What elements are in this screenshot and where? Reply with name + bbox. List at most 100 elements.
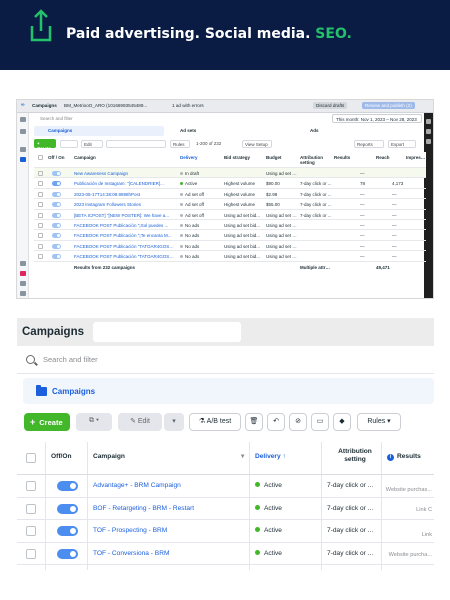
table-row[interactable]: MOF - Conversions - BRMActive7-day click… (17, 565, 434, 570)
delete-button[interactable]: 🗑︎ (245, 413, 263, 431)
edit-icon[interactable] (426, 129, 431, 134)
search-bar[interactable]: Search and filter (17, 346, 434, 374)
preview-button[interactable]: ▭ (311, 413, 329, 431)
table-row[interactable]: TOF - Conversiona - BRM Active 7-day click… (17, 542, 434, 565)
small-row-checkbox[interactable] (38, 222, 43, 228)
row-checkbox[interactable] (26, 503, 36, 514)
small-table-row[interactable]: FACEBOOK POST Publicación "¡Sol puedes .… (34, 220, 426, 231)
small-row-toggle[interactable] (52, 212, 61, 218)
tag-icon[interactable] (426, 139, 431, 144)
col-attribution[interactable]: Attribution setting (329, 448, 381, 464)
small-account-select[interactable]: BM_MetriooO_ARO (10166993545489... (64, 103, 147, 108)
row-toggle[interactable] (57, 503, 78, 514)
row-checkbox[interactable] (26, 481, 36, 491)
grid-icon[interactable] (20, 157, 26, 162)
create-button[interactable]: + Create (24, 413, 70, 431)
tag-button[interactable]: ◆ (333, 413, 351, 431)
small-col-reach[interactable]: Reach (376, 155, 402, 160)
small-row-toggle[interactable] (52, 191, 61, 197)
row-campaign-name[interactable]: Advantage+ - BRM Campaign (93, 482, 181, 489)
row-toggle[interactable] (57, 548, 78, 559)
duplicate-button[interactable]: ⧉ ▾ (76, 413, 112, 431)
menu-icon[interactable] (20, 117, 26, 122)
ab-test-button[interactable]: ⚗ A/B test (189, 413, 241, 431)
small-review-button[interactable]: Review and publish (2) (362, 102, 415, 109)
small-row-checkbox[interactable] (38, 171, 43, 176)
small-row-campaign-name[interactable]: 2023-05-17T14:38:09.9898hPost (74, 192, 176, 197)
small-col-results[interactable]: Results (334, 155, 374, 160)
small-table-row[interactable]: FACEBOOK POST Publicación "TATOAR4GOSE..… (34, 251, 426, 262)
small-select-all-checkbox[interactable] (38, 155, 43, 160)
small-row-campaign-name[interactable]: FACEBOOK POST Publicación "¡Te encanta M… (74, 233, 176, 238)
small-table-row[interactable]: FACEBOOK POST Publicación "¡Te encanta M… (34, 230, 426, 241)
small-row-campaign-name[interactable]: 2023 Instagram Followers Stories (74, 202, 176, 207)
small-table-row[interactable]: 2023 Instagram Followers Stories Ad set o… (34, 199, 426, 210)
small-col-campaign[interactable]: Campaign (74, 155, 154, 160)
edit-dropdown-button[interactable]: ▾ (164, 413, 184, 431)
row-checkbox[interactable] (26, 548, 36, 559)
small-col-budget[interactable]: Budget (266, 155, 296, 160)
small-row-campaign-name[interactable]: [BETA ICPOST] "[NEW POSTER]: We have a..… (74, 213, 176, 218)
tab-campaigns[interactable]: Campaigns (23, 378, 434, 404)
col-campaign-chevron-icon[interactable]: ▾ (241, 453, 244, 461)
small-view-setup-button[interactable]: View Setup (242, 140, 272, 148)
chart-icon[interactable] (426, 119, 431, 124)
account-icon[interactable] (20, 129, 26, 134)
small-actions-group[interactable] (106, 140, 166, 148)
small-table-row[interactable]: Publicación de Instagram: "[CALENDRIER].… (34, 178, 426, 189)
undo-button[interactable]: ↶ (267, 413, 285, 431)
small-col-delivery[interactable]: Delivery (180, 155, 220, 160)
small-row-toggle[interactable] (52, 181, 61, 187)
small-table-row[interactable]: FACEBOOK POST Publicación "TATOAR4GOSE..… (34, 241, 426, 252)
small-col-offon[interactable]: Off / On (48, 155, 70, 160)
small-reports-button[interactable]: Reports (354, 140, 384, 148)
edit-button[interactable]: ✎ Edit (118, 413, 162, 431)
table-row[interactable]: TOF - Prospecting - BRM Active 7-day click… (17, 520, 434, 543)
help-icon[interactable] (20, 261, 26, 266)
small-row-toggle[interactable] (52, 202, 61, 208)
search-icon[interactable] (20, 281, 26, 286)
small-col-attribution[interactable]: Attribution setting (300, 155, 330, 165)
notifications-icon[interactable] (20, 271, 26, 276)
row-campaign-name[interactable]: BOF - Retargeting - BRM - Restart (93, 505, 194, 512)
small-tab-ads[interactable]: Ads (296, 126, 424, 136)
small-table-row[interactable]: 2023-05-17T14:38:09.9898hPost Ad set off H… (34, 189, 426, 200)
search-input[interactable]: Search and filter (43, 355, 98, 364)
discard-button[interactable]: ⊘ (289, 413, 307, 431)
small-date-range[interactable]: This month: Nov 1, 2023 – Nov 28, 2023 (332, 114, 422, 123)
small-row-toggle[interactable] (52, 171, 61, 176)
row-checkbox[interactable] (26, 526, 36, 536)
rules-button[interactable]: Rules ▾ (357, 413, 401, 431)
small-discard-button[interactable]: Discard drafts (313, 102, 348, 109)
select-all-checkbox[interactable] (26, 453, 36, 463)
small-row-checkbox[interactable] (38, 191, 43, 197)
small-row-campaign-name[interactable]: FACEBOOK POST Publicación "TATOAR4GOSE..… (74, 254, 176, 259)
small-row-checkbox[interactable] (38, 212, 43, 218)
small-row-toggle[interactable] (52, 254, 61, 260)
col-results[interactable]: i Results (387, 453, 421, 461)
account-selector[interactable] (93, 322, 241, 342)
small-row-campaign-name[interactable]: New Awareness Campaign (74, 171, 176, 176)
col-delivery[interactable]: Delivery ↑ (255, 453, 286, 461)
small-row-checkbox[interactable] (38, 243, 43, 249)
row-toggle[interactable] (57, 526, 78, 536)
small-export-button[interactable]: Export (388, 140, 416, 148)
small-edit-button[interactable]: Edit (81, 140, 103, 148)
row-toggle[interactable] (57, 481, 78, 491)
col-campaign[interactable]: Campaign (93, 453, 125, 461)
row-campaign-name[interactable]: TOF - Conversiona - BRM (93, 550, 169, 557)
small-row-toggle[interactable] (52, 243, 61, 249)
small-row-checkbox[interactable] (38, 254, 43, 260)
settings-icon[interactable] (20, 147, 26, 152)
small-duplicate-button[interactable] (60, 140, 78, 148)
small-row-campaign-name[interactable]: Publicación de Instagram: "[CALENDRIER].… (74, 181, 176, 186)
small-row-checkbox[interactable] (38, 202, 43, 208)
small-rules-button[interactable]: Rules (170, 140, 190, 148)
small-row-campaign-name[interactable]: FACEBOOK POST Publicación "TATOAR4GOSE..… (74, 244, 176, 249)
small-row-checkbox[interactable] (38, 233, 43, 239)
small-row-campaign-name[interactable]: FACEBOOK POST Publicación "¡Sol puedes .… (74, 223, 176, 228)
small-tab-campaigns[interactable]: Campaigns (34, 126, 164, 136)
small-col-bid[interactable]: Bid strategy (224, 155, 264, 160)
bug-icon[interactable] (20, 291, 26, 296)
table-row[interactable]: BOF - Retargeting - BRM - Restart Active 7… (17, 497, 434, 520)
